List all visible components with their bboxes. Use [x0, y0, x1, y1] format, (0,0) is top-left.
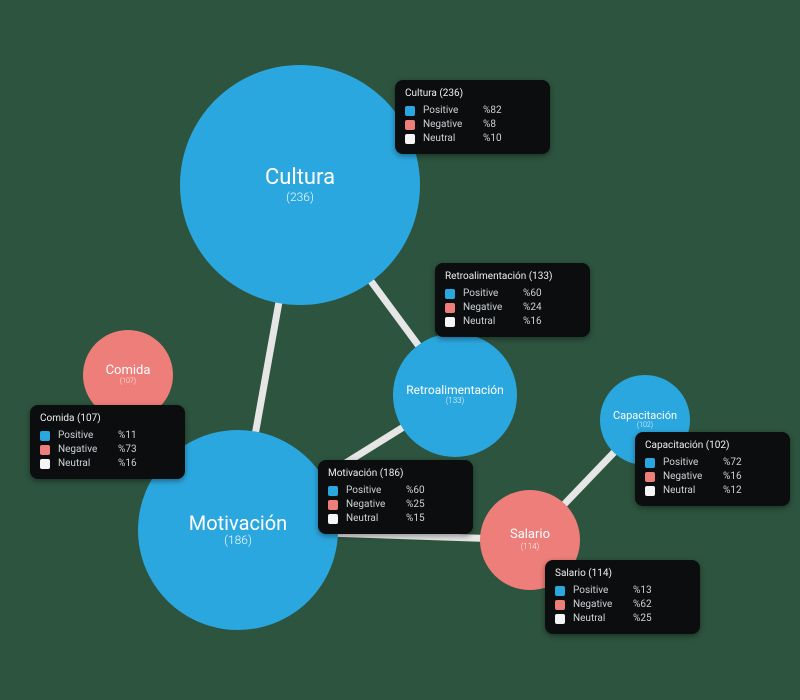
label-neutral: Neutral	[663, 485, 715, 496]
swatch-neutral	[445, 317, 455, 327]
label-negative: Negative	[463, 302, 515, 313]
value-neutral: %25	[633, 613, 652, 624]
value-positive: %11	[118, 430, 137, 441]
swatch-positive	[40, 431, 50, 441]
tooltip-capacitacion: Capacitación (102) Positive %72 Negative…	[635, 432, 790, 506]
value-positive: %60	[406, 485, 425, 496]
label-positive: Positive	[423, 105, 475, 116]
tooltip-row-neutral: Neutral %10	[405, 133, 540, 144]
tooltip-comida: Comida (107) Positive %11 Negative %73 N…	[30, 405, 185, 479]
tooltip-row-neutral: Neutral %16	[40, 458, 175, 469]
label-negative: Negative	[346, 499, 398, 510]
node-cultura[interactable]: Cultura (236)	[180, 65, 420, 305]
tooltip-row-negative: Negative %16	[645, 471, 780, 482]
node-count: (186)	[224, 534, 252, 547]
tooltip-row-neutral: Neutral %16	[445, 316, 580, 327]
value-positive: %82	[483, 105, 502, 116]
node-count: (114)	[521, 543, 539, 552]
label-neutral: Neutral	[423, 133, 475, 144]
tooltip-row-negative: Negative %8	[405, 119, 540, 130]
tooltip-retroalimentacion: Retroalimentación (133) Positive %60 Neg…	[435, 263, 590, 337]
node-label: Salario	[510, 528, 550, 542]
tooltip-title: Capacitación (102)	[645, 440, 780, 451]
swatch-positive	[555, 586, 565, 596]
node-count: (236)	[286, 191, 314, 204]
swatch-negative	[40, 445, 50, 455]
swatch-positive	[645, 458, 655, 468]
value-positive: %72	[723, 457, 742, 468]
value-negative: %24	[523, 302, 542, 313]
label-negative: Negative	[423, 119, 475, 130]
swatch-neutral	[405, 134, 415, 144]
tooltip-row-neutral: Neutral %15	[328, 513, 463, 524]
tooltip-cultura: Cultura (236) Positive %82 Negative %8 N…	[395, 80, 550, 154]
swatch-neutral	[645, 486, 655, 496]
swatch-neutral	[40, 459, 50, 469]
tooltip-row-negative: Negative %62	[555, 599, 690, 610]
tooltip-row-positive: Positive %60	[445, 288, 580, 299]
tooltip-row-positive: Positive %72	[645, 457, 780, 468]
node-retroalimentacion[interactable]: Retroalimentación (133)	[393, 333, 517, 457]
value-positive: %60	[523, 288, 542, 299]
swatch-negative	[555, 600, 565, 610]
swatch-neutral	[555, 614, 565, 624]
tooltip-row-negative: Negative %73	[40, 444, 175, 455]
node-count: (133)	[446, 397, 464, 406]
tooltip-title: Retroalimentación (133)	[445, 271, 580, 282]
tooltip-row-negative: Negative %25	[328, 499, 463, 510]
tooltip-title: Salario (114)	[555, 568, 690, 579]
swatch-negative	[645, 472, 655, 482]
value-neutral: %15	[406, 513, 425, 524]
label-positive: Positive	[346, 485, 398, 496]
swatch-positive	[328, 486, 338, 496]
tooltip-row-positive: Positive %13	[555, 585, 690, 596]
tooltip-row-neutral: Neutral %25	[555, 613, 690, 624]
node-label: Cultura	[265, 166, 335, 190]
label-negative: Negative	[573, 599, 625, 610]
value-negative: %73	[118, 444, 137, 455]
value-neutral: %12	[723, 485, 742, 496]
tooltip-row-neutral: Neutral %12	[645, 485, 780, 496]
tooltip-salario: Salario (114) Positive %13 Negative %62 …	[545, 560, 700, 634]
value-neutral: %10	[483, 133, 502, 144]
swatch-positive	[445, 289, 455, 299]
label-negative: Negative	[58, 444, 110, 455]
value-positive: %13	[633, 585, 652, 596]
label-positive: Positive	[58, 430, 110, 441]
value-negative: %25	[406, 499, 425, 510]
label-neutral: Neutral	[573, 613, 625, 624]
node-count: (107)	[120, 378, 136, 386]
tooltip-motivacion: Motivación (186) Positive %60 Negative %…	[318, 460, 473, 534]
tooltip-row-positive: Positive %60	[328, 485, 463, 496]
label-positive: Positive	[573, 585, 625, 596]
swatch-neutral	[328, 514, 338, 524]
tooltip-row-positive: Positive %11	[40, 430, 175, 441]
label-neutral: Neutral	[58, 458, 110, 469]
label-positive: Positive	[663, 457, 715, 468]
swatch-positive	[405, 106, 415, 116]
label-neutral: Neutral	[463, 316, 515, 327]
label-positive: Positive	[463, 288, 515, 299]
node-label: Comida	[106, 364, 151, 378]
swatch-negative	[328, 500, 338, 510]
value-negative: %16	[723, 471, 742, 482]
value-neutral: %16	[523, 316, 542, 327]
swatch-negative	[445, 303, 455, 313]
tooltip-title: Cultura (236)	[405, 88, 540, 99]
label-negative: Negative	[663, 471, 715, 482]
value-negative: %8	[483, 119, 496, 130]
node-count: (102)	[637, 422, 653, 430]
swatch-negative	[405, 120, 415, 130]
label-neutral: Neutral	[346, 513, 398, 524]
tooltip-row-positive: Positive %82	[405, 105, 540, 116]
tooltip-row-negative: Negative %24	[445, 302, 580, 313]
diagram-canvas: Cultura (236) Motivación (186) Retroalim…	[0, 0, 800, 700]
node-label: Motivación	[189, 512, 287, 534]
value-neutral: %16	[118, 458, 137, 469]
value-negative: %62	[633, 599, 652, 610]
tooltip-title: Motivación (186)	[328, 468, 463, 479]
tooltip-title: Comida (107)	[40, 413, 175, 424]
